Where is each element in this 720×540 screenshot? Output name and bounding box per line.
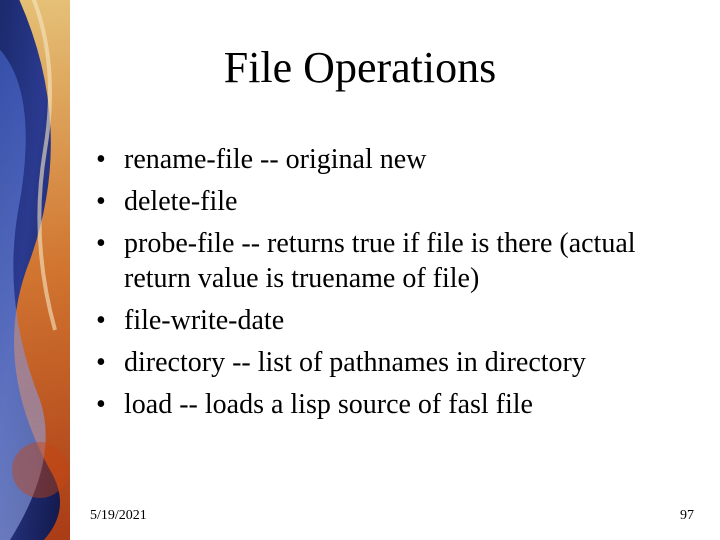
bullet-item: probe-file -- returns true if file is th… bbox=[90, 226, 680, 298]
slide-title: File Operations bbox=[0, 42, 720, 93]
bullet-item: load -- loads a lisp source of fasl file bbox=[90, 387, 680, 423]
bullet-item: rename-file -- original new bbox=[90, 142, 680, 178]
bullet-item: directory -- list of pathnames in direct… bbox=[90, 345, 680, 381]
bullet-item: delete-file bbox=[90, 184, 680, 220]
slide: File Operations rename-file -- original … bbox=[0, 0, 720, 540]
footer-page-number: 97 bbox=[680, 508, 694, 524]
bullet-item: file-write-date bbox=[90, 303, 680, 339]
bullet-list: rename-file -- original new delete-file … bbox=[90, 142, 680, 429]
footer-date: 5/19/2021 bbox=[90, 508, 147, 524]
